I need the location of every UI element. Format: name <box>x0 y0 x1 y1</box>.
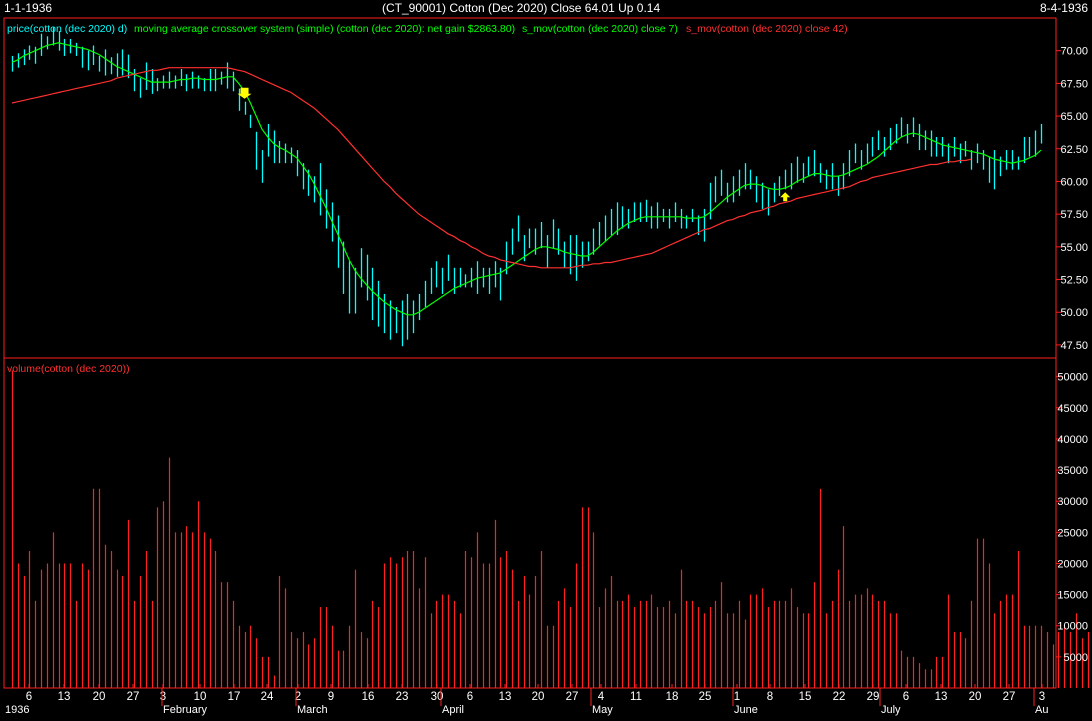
x-day-tick-label: 10 <box>194 691 207 703</box>
price-ytick-label: 65.00 <box>1060 111 1088 123</box>
x-month-label: April <box>442 704 464 716</box>
x-day-tick-label: 18 <box>666 691 679 703</box>
x-day-tick-label: 27 <box>566 691 579 703</box>
x-day-tick-label: 3 <box>1039 691 1045 703</box>
x-month-label: June <box>734 704 758 716</box>
x-day-tick-label: 27 <box>127 691 140 703</box>
volume-ytick-label: 35000 <box>1057 465 1088 477</box>
smov42-label: s_mov(cotton (dec 2020) close 42) <box>686 23 848 35</box>
price-ytick-label: 60.00 <box>1060 176 1088 188</box>
x-day-tick-label: 6 <box>467 691 473 703</box>
x-day-tick-label: 13 <box>58 691 71 703</box>
volume-ytick-label: 50000 <box>1057 372 1088 384</box>
price-ytick-label: 50.00 <box>1060 307 1088 319</box>
x-day-tick-label: 25 <box>699 691 712 703</box>
price-ytick-label: 57.50 <box>1060 209 1088 221</box>
x-month-label: May <box>592 704 613 716</box>
x-day-tick-label: 23 <box>396 691 409 703</box>
x-day-tick-label: 6 <box>903 691 909 703</box>
system-label: moving average crossover system (simple)… <box>134 23 515 35</box>
x-month-label: Au <box>1035 704 1048 716</box>
x-day-tick-label: 27 <box>1003 691 1016 703</box>
x-day-tick-label: 8 <box>767 691 773 703</box>
x-month-label: February <box>163 704 208 716</box>
x-day-tick-label: 13 <box>499 691 512 703</box>
smov7-line <box>11 42 1042 316</box>
x-day-tick-label: 11 <box>630 691 642 703</box>
buy-signal-arrow-icon <box>780 192 791 202</box>
x-month-label: March <box>297 704 328 716</box>
chart-window: 1-1-1936 (CT_90001) Cotton (Dec 2020) Cl… <box>0 0 1092 721</box>
volume-ytick-label: 20000 <box>1057 558 1088 570</box>
x-day-tick-label: 29 <box>867 691 880 703</box>
x-day-tick-label: 16 <box>362 691 375 703</box>
x-day-tick-label: 3 <box>160 691 166 703</box>
price-ytick-label: 47.50 <box>1060 340 1088 352</box>
price-label: price(cotton (dec 2020) d) <box>7 23 127 35</box>
price-ytick-label: 62.50 <box>1060 144 1088 156</box>
x-day-tick-label: 9 <box>328 691 334 703</box>
volume-ytick-label: 15000 <box>1057 590 1088 602</box>
x-day-tick-label: 13 <box>935 691 948 703</box>
x-day-tick-label: 1 <box>734 691 740 703</box>
smov42-line <box>11 67 972 269</box>
x-day-tick-label: 22 <box>833 691 846 703</box>
x-day-tick-label: 24 <box>261 691 274 703</box>
volume-ytick-label: 45000 <box>1057 403 1088 415</box>
year-label: 1936 <box>5 704 30 716</box>
x-day-tick-label: 4 <box>598 691 605 703</box>
volume-ytick-label: 30000 <box>1057 496 1088 508</box>
price-ytick-label: 55.00 <box>1060 242 1088 254</box>
price-ytick-label: 52.50 <box>1060 275 1088 287</box>
smov7-label: s_mov(cotton (dec 2020) close 7) <box>522 23 678 35</box>
price-ytick-label: 67.50 <box>1060 78 1088 90</box>
volume-ytick-label: 40000 <box>1057 434 1088 446</box>
volume-ytick-label: 5000 <box>1064 652 1088 664</box>
x-day-tick-label: 20 <box>969 691 982 703</box>
x-day-tick-label: 17 <box>228 691 241 703</box>
price-ytick-label: 70.00 <box>1060 46 1088 58</box>
volume-ytick-label: 10000 <box>1057 621 1088 633</box>
chart-canvas: 70.00 67.50 65.00 62.50 60.00 57.50 55.00 52.50… <box>3 17 1090 716</box>
x-day-tick-label: 15 <box>799 691 812 703</box>
x-day-tick-label: 20 <box>532 691 545 703</box>
x-day-tick-label: 20 <box>93 691 106 703</box>
x-month-label: July <box>881 704 901 716</box>
volume-label: volume(cotton (dec 2020)) <box>7 363 130 375</box>
volume-ytick-label: 25000 <box>1057 527 1088 539</box>
